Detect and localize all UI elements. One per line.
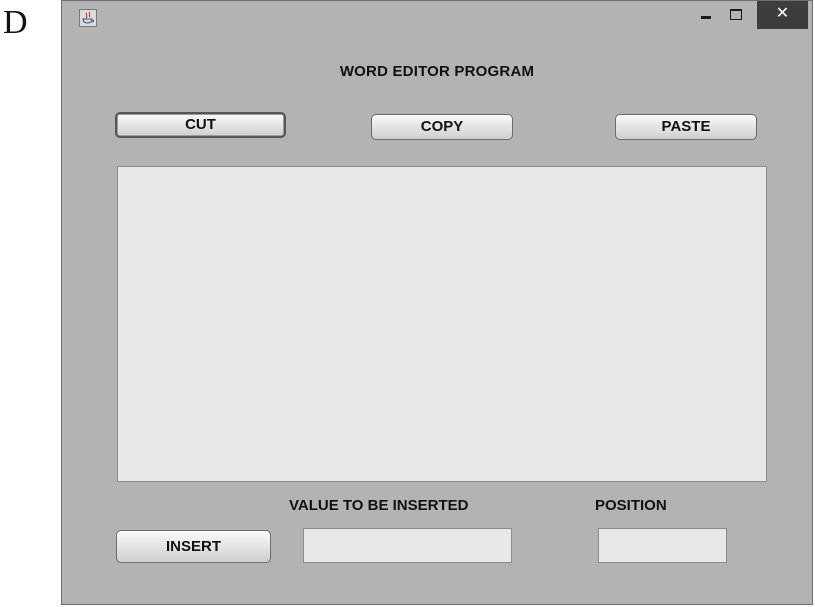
maximize-button[interactable]: [721, 1, 751, 29]
java-icon[interactable]: [79, 9, 97, 27]
app-window: ✕ WORD EDITOR PROGRAM CUT COPY PASTE VAL…: [61, 0, 813, 605]
close-button[interactable]: ✕: [757, 1, 808, 29]
minimize-button[interactable]: [691, 1, 721, 29]
position-label: POSITION: [595, 497, 667, 514]
app-title: WORD EDITOR PROGRAM: [339, 63, 535, 80]
close-icon: ✕: [775, 5, 790, 22]
position-input[interactable]: [598, 528, 727, 563]
title-bar[interactable]: ✕: [62, 1, 812, 39]
copy-button[interactable]: COPY: [371, 114, 513, 140]
value-to-insert-label: VALUE TO BE INSERTED: [289, 497, 469, 514]
page-letter: D: [3, 4, 28, 41]
insert-button[interactable]: INSERT: [116, 530, 271, 563]
maximize-icon: [730, 9, 742, 20]
paste-button[interactable]: PASTE: [615, 114, 757, 140]
minimize-icon: [701, 16, 711, 19]
cut-button[interactable]: CUT: [115, 112, 286, 138]
editor-text-area[interactable]: [117, 166, 767, 482]
value-input[interactable]: [303, 528, 512, 563]
